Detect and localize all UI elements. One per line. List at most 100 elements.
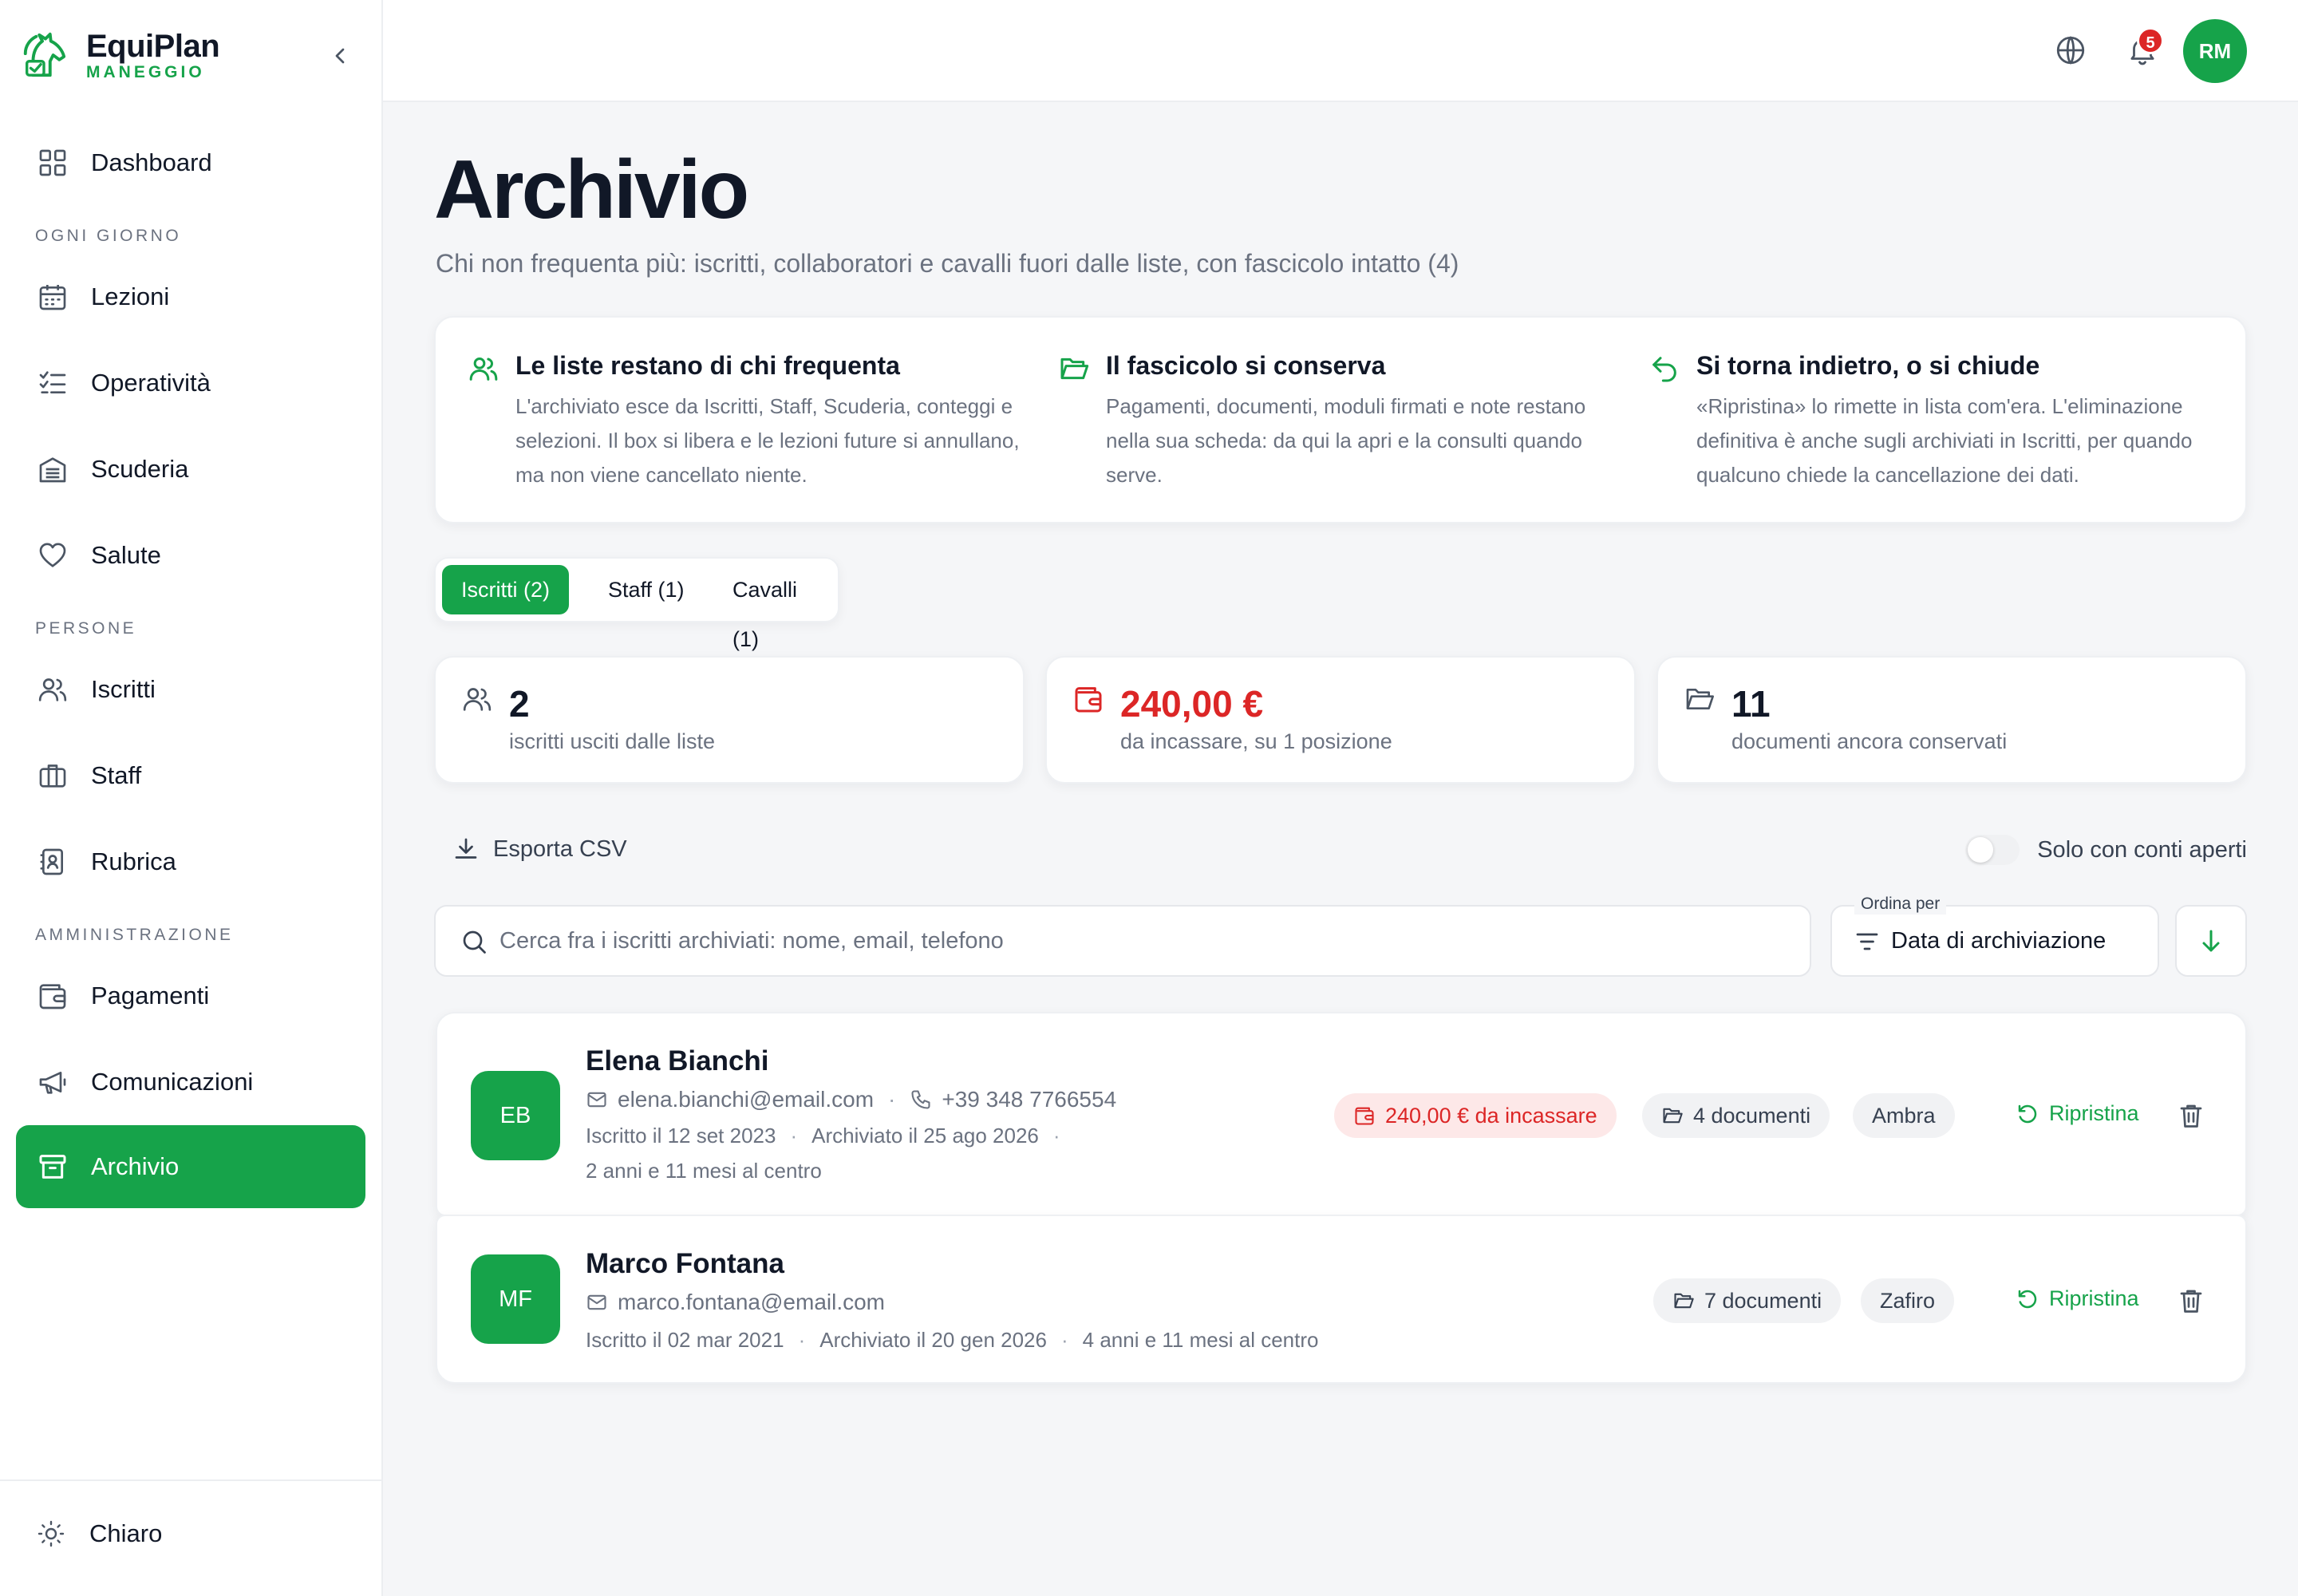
sidebar-item-lezioni[interactable]: Lezioni	[16, 255, 365, 338]
sidebar-item-label: Rubrica	[91, 847, 176, 875]
sidebar-item-rubrica[interactable]: Rubrica	[16, 820, 365, 903]
list-item[interactable]: EB Elena Bianchi elena.bianchi@email.com…	[436, 1012, 2247, 1216]
record-enrolled: Iscritto il 12 set 2023	[586, 1124, 776, 1148]
restore-button[interactable]: Ripristina	[2016, 1101, 2139, 1126]
nav-section-daily: OGNI GIORNO	[35, 227, 182, 245]
collapse-sidebar-chevron-icon[interactable]	[327, 43, 353, 69]
record-name[interactable]: Marco Fontana	[586, 1248, 784, 1280]
info-text: «Ripristina» lo rimette in lista com'era…	[1696, 394, 2193, 487]
record-dates: Iscritto il 02 mar 2021 · Archiviato il 20…	[586, 1328, 1319, 1352]
archive-icon	[39, 1155, 66, 1179]
undo-icon	[1652, 357, 1676, 382]
stat-value: 240,00 €	[1120, 683, 1264, 725]
search-icon	[463, 930, 486, 954]
users-icon	[463, 688, 492, 711]
folder-open-icon	[1674, 1293, 1694, 1309]
sidebar-item-label: Salute	[91, 541, 161, 569]
info-title: Le liste restano di chi frequenta	[515, 351, 900, 380]
stat-card-documents: 11 documenti ancora conservati	[1656, 656, 2247, 784]
sidebar-item-label: Archivio	[91, 1152, 180, 1180]
sidebar-item-label: Dashboard	[91, 148, 212, 176]
phone-icon	[911, 1090, 930, 1109]
sidebar-item-staff[interactable]: Staff	[16, 734, 365, 817]
info-text: L'archiviato esce da Iscritti, Staff, Sc…	[515, 394, 1020, 487]
sidebar-item-label: Staff	[91, 761, 142, 789]
record-archived: Archiviato il 20 gen 2026	[819, 1328, 1047, 1352]
category-tabs: Iscritti (2) Staff (1) Cavalli (1)	[434, 557, 839, 651]
page-title: Archivio	[434, 144, 749, 236]
stat-card-balance: 240,00 € da incassare, su 1 posizione	[1045, 656, 1636, 784]
sidebar-item-label: Comunicazioni	[91, 1068, 254, 1096]
sidebar-item-iscritti[interactable]: Iscritti	[16, 648, 365, 731]
theme-label: Chiaro	[89, 1519, 163, 1547]
stat-label: da incassare, su 1 posizione	[1120, 729, 1392, 753]
tab-cavalli[interactable]: Cavalli (1)	[713, 565, 838, 651]
notifications-count-badge: 5	[2137, 27, 2164, 54]
briefcase-icon	[39, 764, 66, 788]
filter-lines-icon	[1856, 933, 1878, 950]
avatar: MF	[471, 1254, 560, 1344]
record-phone[interactable]: +39 348 7766554	[942, 1087, 1116, 1112]
folder-open-icon	[1060, 358, 1089, 380]
wallet-icon	[39, 984, 66, 1009]
stat-label: iscritti usciti dalle liste	[509, 729, 716, 753]
sidebar-item-operativita[interactable]: Operatività	[16, 342, 365, 425]
list-item[interactable]: MF Marco Fontana marco.fontana@email.com…	[436, 1215, 2247, 1384]
language-globe-icon[interactable]	[2054, 34, 2087, 67]
trash-icon[interactable]	[2177, 1286, 2205, 1315]
grid-icon	[39, 149, 66, 176]
wallet-icon	[1075, 687, 1102, 713]
record-name[interactable]: Elena Bianchi	[586, 1045, 769, 1077]
sidebar-item-label: Scuderia	[91, 455, 189, 483]
stat-label: documenti ancora conservati	[1731, 729, 2008, 753]
avatar: EB	[471, 1071, 560, 1160]
tab-staff[interactable]: Staff (1)	[589, 565, 704, 614]
users-icon	[469, 358, 498, 381]
contact-book-icon	[40, 848, 63, 875]
sort-direction-button[interactable]	[2175, 905, 2247, 977]
record-email[interactable]: elena.bianchi@email.com	[618, 1087, 874, 1112]
rotate-ccw-icon	[2018, 1104, 2037, 1123]
sidebar-item-scuderia[interactable]: Scuderia	[16, 428, 365, 511]
record-contacts: marco.fontana@email.com	[586, 1290, 885, 1315]
toggle-label: Solo con conti aperti	[2037, 836, 2247, 863]
sidebar-item-pagamenti[interactable]: Pagamenti	[16, 954, 365, 1037]
stat-value: 2	[509, 683, 530, 725]
horse-badge: Zafiro	[1861, 1278, 1955, 1323]
documents-badge[interactable]: 4 documenti	[1642, 1093, 1830, 1138]
info-restore: Si torna indietro, o si chiude «Ripristi…	[1648, 350, 2192, 492]
sort-select[interactable]: Ordina per Data di archiviazione	[1830, 894, 2159, 977]
sidebar-item-salute[interactable]: Salute	[16, 514, 365, 597]
record-email[interactable]: marco.fontana@email.com	[618, 1290, 885, 1315]
record-archived: Archiviato il 25 ago 2026	[811, 1124, 1039, 1148]
info-title: Si torna indietro, o si chiude	[1696, 351, 2040, 380]
sidebar-item-comunicazioni[interactable]: Comunicazioni	[16, 1041, 365, 1124]
sidebar-item-label: Lezioni	[91, 282, 170, 310]
export-csv-button[interactable]: Esporta CSV	[452, 835, 627, 863]
folder-open-icon	[1686, 689, 1714, 709]
sidebar-item-dashboard[interactable]: Dashboard	[16, 121, 365, 204]
tab-iscritti[interactable]: Iscritti (2)	[442, 565, 569, 614]
theme-toggle[interactable]: Chiaro	[37, 1519, 162, 1548]
mail-icon	[587, 1092, 606, 1108]
search-input[interactable]	[499, 907, 1776, 975]
rotate-ccw-icon	[2018, 1290, 2037, 1308]
record-duration: 2 anni e 11 mesi al centro	[586, 1159, 822, 1183]
user-avatar[interactable]: RM	[2183, 19, 2247, 83]
sidebar-item-archivio[interactable]: Archivio	[16, 1125, 365, 1208]
info-card: Le liste restano di chi frequenta L'arch…	[434, 316, 2247, 523]
record-dates: Iscritto il 12 set 2023 · Archiviato il 25…	[586, 1124, 1060, 1148]
sun-icon	[38, 1520, 65, 1547]
sidebar-item-label: Iscritti	[91, 675, 156, 703]
sidebar-footer: Chiaro	[0, 1479, 381, 1596]
open-accounts-toggle[interactable]	[1965, 835, 2020, 865]
trash-icon[interactable]	[2177, 1101, 2205, 1130]
documents-badge[interactable]: 7 documenti	[1653, 1278, 1842, 1323]
search-field	[434, 905, 1811, 977]
page-subtitle: Chi non frequenta più: iscritti, collabo…	[436, 249, 1459, 278]
brand[interactable]: EquiPlan MANEGGIO	[19, 29, 220, 81]
restore-button[interactable]: Ripristina	[2016, 1286, 2139, 1311]
info-text: Pagamenti, documenti, moduli firmati e n…	[1106, 394, 1586, 487]
heart-icon	[39, 543, 66, 567]
stat-value: 11	[1731, 683, 1771, 725]
